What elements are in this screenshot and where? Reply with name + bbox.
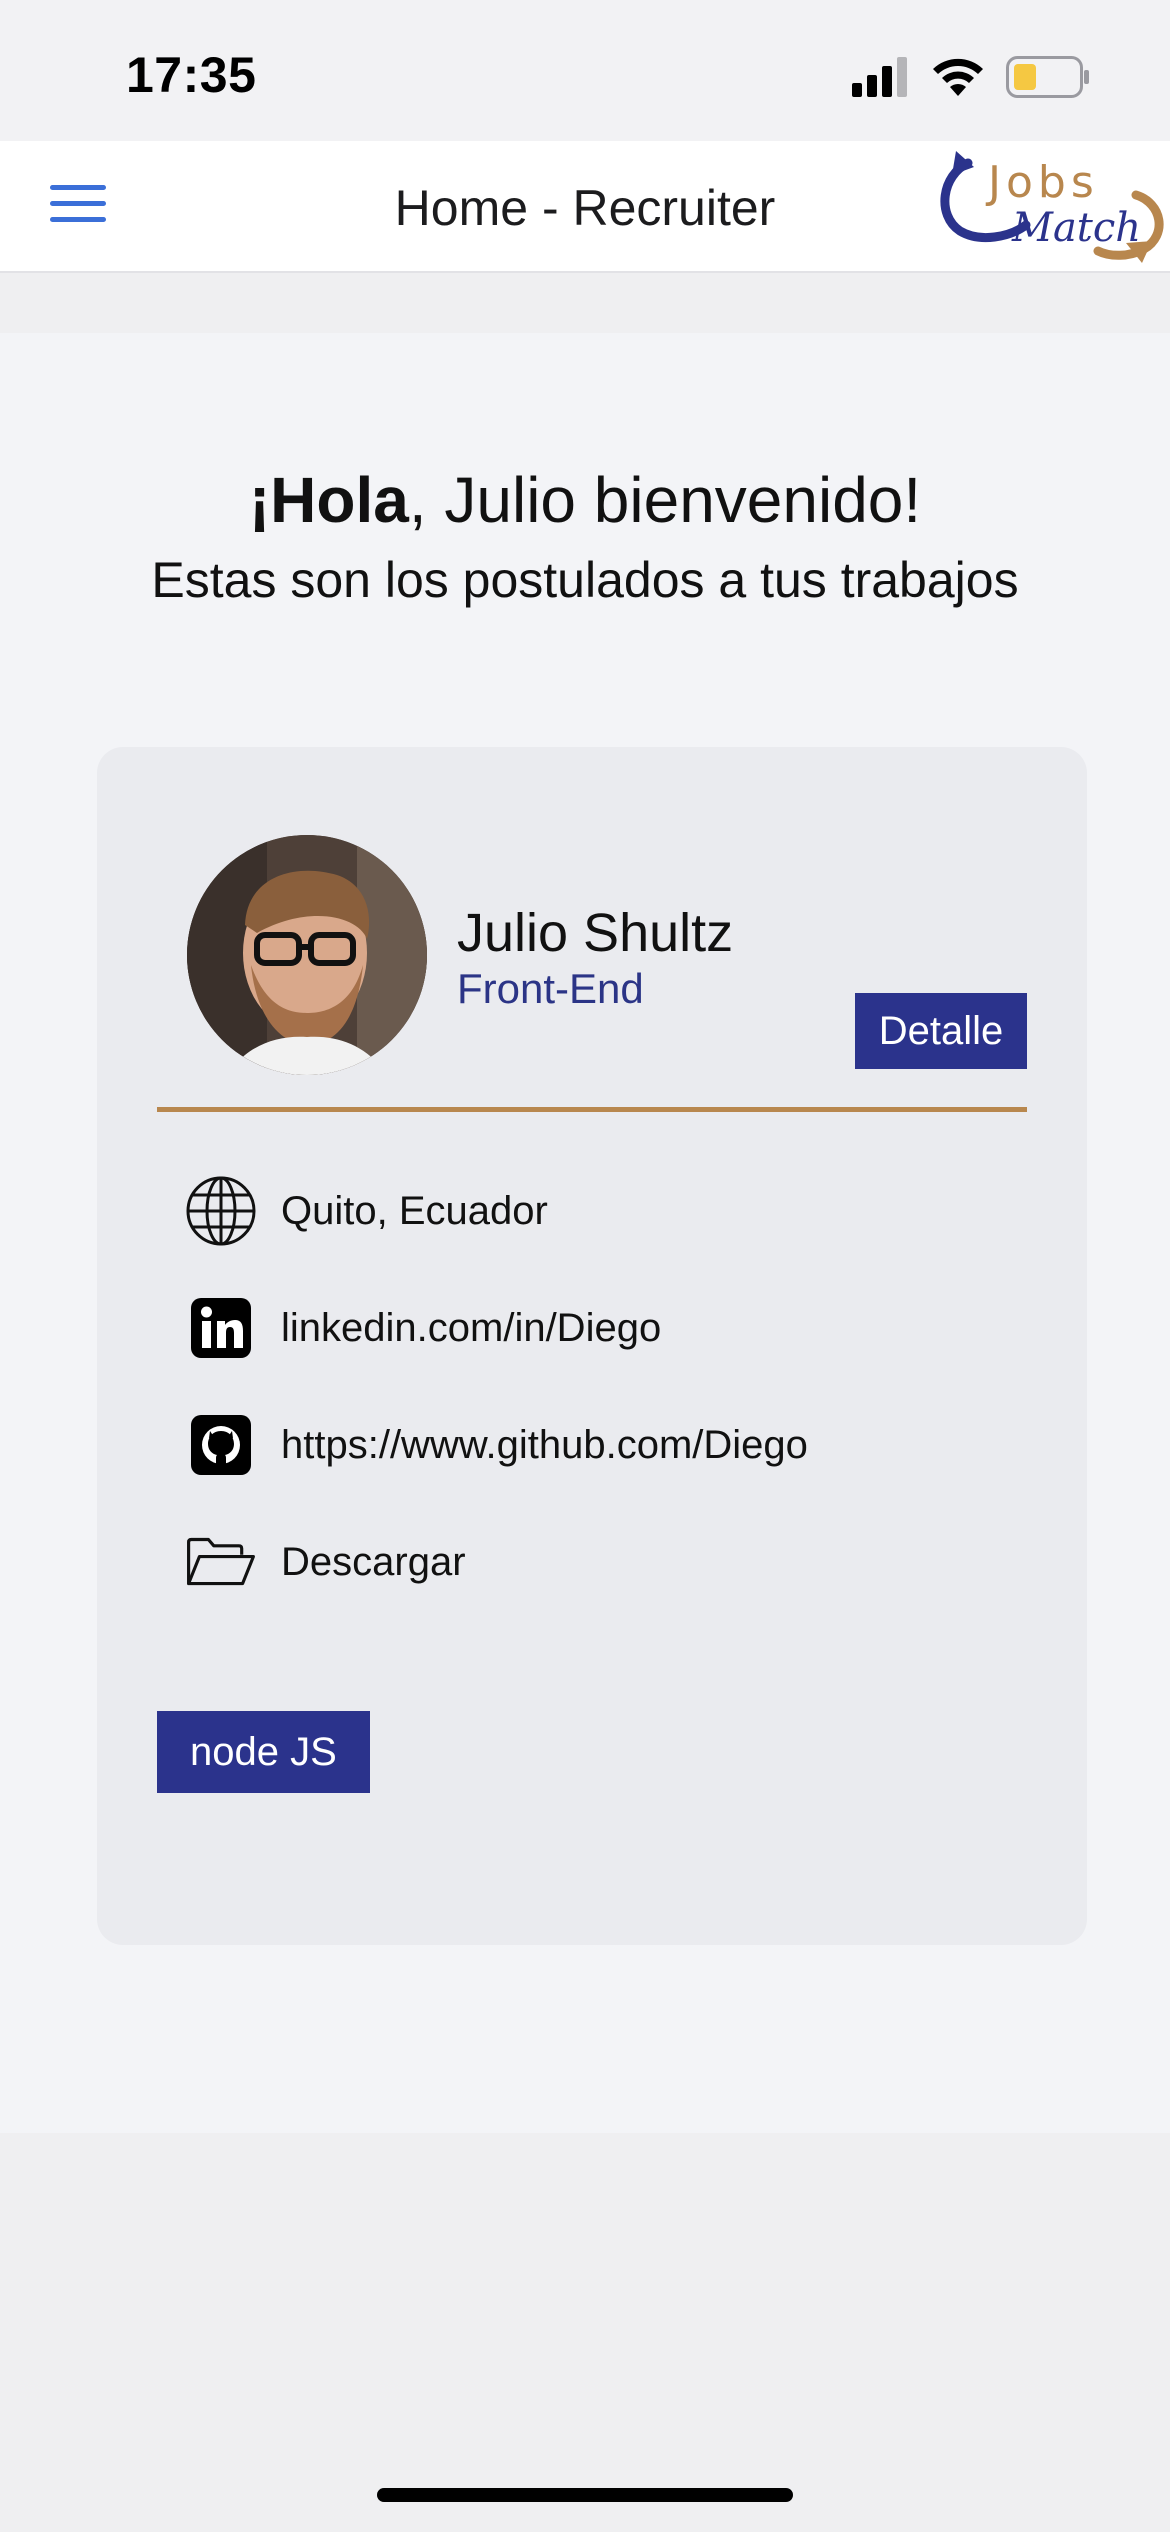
status-icons [852, 56, 1090, 98]
greeting-hello: ¡Hola [248, 464, 409, 536]
status-bar: 17:35 [0, 0, 1170, 141]
home-indicator[interactable] [377, 2488, 793, 2502]
linkedin-icon [185, 1292, 257, 1364]
main-content: ¡Hola, Julio bienvenido! Estas son los p… [0, 333, 1170, 2133]
app-screen: 17:35 Home - Recruiter Jobs Match ¡Hola,… [0, 0, 1170, 2532]
location-text: Quito, Ecuador [281, 1188, 548, 1233]
app-header: Home - Recruiter Jobs Match [0, 141, 1170, 273]
download-link[interactable]: Descargar [281, 1540, 466, 1585]
bottom-area [0, 2133, 1170, 2532]
logo-text-jobs: Jobs [985, 157, 1099, 208]
cellular-signal-icon [852, 57, 907, 97]
wifi-icon [933, 58, 983, 96]
logo-text-match: Match [1011, 205, 1141, 251]
greeting-heading: ¡Hola, Julio bienvenido! [0, 463, 1170, 537]
greeting-subtitle: Estas son los postulados a tus trabajos [151, 552, 1019, 608]
status-time: 17:35 [126, 47, 257, 103]
candidate-role: Front-End [457, 965, 644, 1012]
detail-button[interactable]: Detalle [855, 993, 1027, 1069]
candidate-name: Julio Shultz [457, 903, 734, 963]
github-row[interactable]: https://www.github.com/Diego [185, 1409, 808, 1481]
github-icon [185, 1409, 257, 1481]
linkedin-link[interactable]: linkedin.com/in/Diego [281, 1306, 661, 1351]
jobs-match-logo: Jobs Match [940, 151, 1164, 263]
skill-tag: node JS [157, 1711, 370, 1793]
linkedin-row[interactable]: linkedin.com/in/Diego [185, 1292, 661, 1364]
download-row[interactable]: Descargar [185, 1526, 466, 1598]
battery-icon [1006, 56, 1089, 98]
folder-open-icon [185, 1526, 257, 1598]
github-link[interactable]: https://www.github.com/Diego [281, 1423, 808, 1468]
globe-icon [185, 1175, 257, 1247]
card-divider [157, 1107, 1027, 1112]
greeting-rest: , Julio bienvenido! [408, 464, 922, 536]
candidate-avatar [187, 835, 427, 1075]
header-spacer [0, 273, 1170, 333]
location-row: Quito, Ecuador [185, 1175, 548, 1247]
candidate-card: Julio Shultz Front-End Detalle Quito, Ec… [97, 747, 1087, 1945]
